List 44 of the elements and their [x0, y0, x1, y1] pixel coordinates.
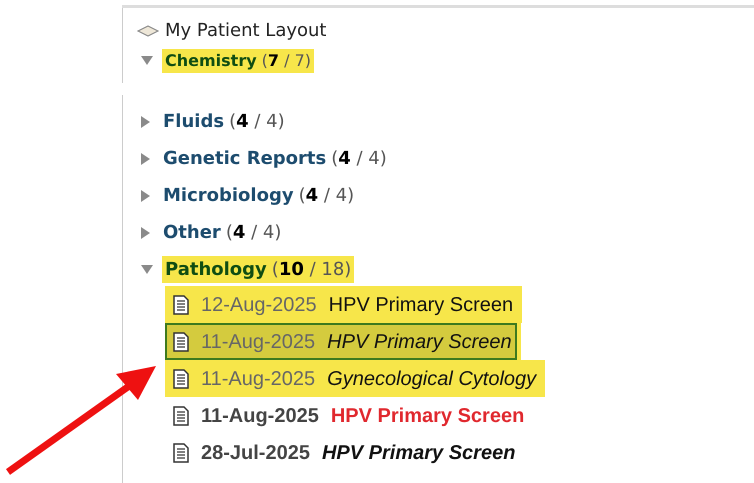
category-name: Pathology	[165, 258, 267, 282]
document-date: 11-Aug-2025	[201, 404, 319, 428]
document-row[interactable]: 11-Aug-2025 HPV Primary Screen	[165, 397, 530, 434]
expand-arrow-icon[interactable]	[141, 190, 151, 202]
document-icon	[173, 332, 189, 352]
document-title: HPV Primary Screen	[328, 292, 514, 318]
category-label[interactable]: Genetic Reports (4 / 4)	[160, 145, 390, 172]
category-label[interactable]: Other (4 / 4)	[160, 219, 284, 246]
category-name: Chemistry	[165, 50, 257, 72]
category-name: Microbiology	[163, 184, 294, 208]
document-title: HPV Primary Screen	[322, 440, 516, 466]
expand-arrow-icon[interactable]	[141, 226, 151, 238]
layout-title: My Patient Layout	[165, 19, 326, 43]
document-icon	[173, 442, 189, 462]
category-count: (7 / 7)	[262, 50, 312, 72]
document-title: HPV Primary Screen	[330, 404, 524, 428]
category-label[interactable]: Microbiology (4 / 4)	[160, 182, 358, 209]
document-row[interactable]: 11-Aug-2025 HPV Primary Screen	[165, 323, 517, 360]
document-date: 12-Aug-2025	[201, 292, 317, 318]
document-row[interactable]: 28-Jul-2025 HPV Primary Screen	[165, 434, 520, 471]
category-name: Genetic Reports	[163, 147, 326, 171]
document-title: Gynecological Cytology	[327, 366, 536, 392]
category-name: Other	[163, 221, 221, 245]
category-count: (4 / 4)	[298, 184, 354, 208]
category-count: (4 / 4)	[331, 147, 387, 171]
expand-arrow-icon[interactable]	[141, 116, 151, 128]
document-icon	[173, 406, 189, 426]
category-count: (4 / 4)	[226, 221, 282, 245]
document-title: HPV Primary Screen	[327, 330, 512, 354]
document-date: 28-Jul-2025	[201, 440, 310, 466]
category-label[interactable]: Fluids (4 / 4)	[160, 108, 288, 135]
category-count: (10 / 18)	[272, 258, 352, 282]
document-date: 11-Aug-2025	[201, 330, 316, 354]
category-label[interactable]: Chemistry (7 / 7)	[162, 49, 314, 73]
collapse-arrow-icon[interactable]	[141, 56, 153, 66]
book-icon	[137, 24, 159, 36]
expand-arrow-icon[interactable]	[141, 152, 151, 164]
document-date: 11-Aug-2025	[201, 366, 316, 392]
category-name: Fluids	[163, 110, 224, 134]
document-icon	[173, 294, 189, 314]
category-label[interactable]: Pathology (10 / 18)	[162, 256, 354, 283]
category-count: (4 / 4)	[229, 110, 285, 134]
collapse-arrow-icon[interactable]	[141, 264, 153, 274]
document-icon	[173, 368, 189, 388]
